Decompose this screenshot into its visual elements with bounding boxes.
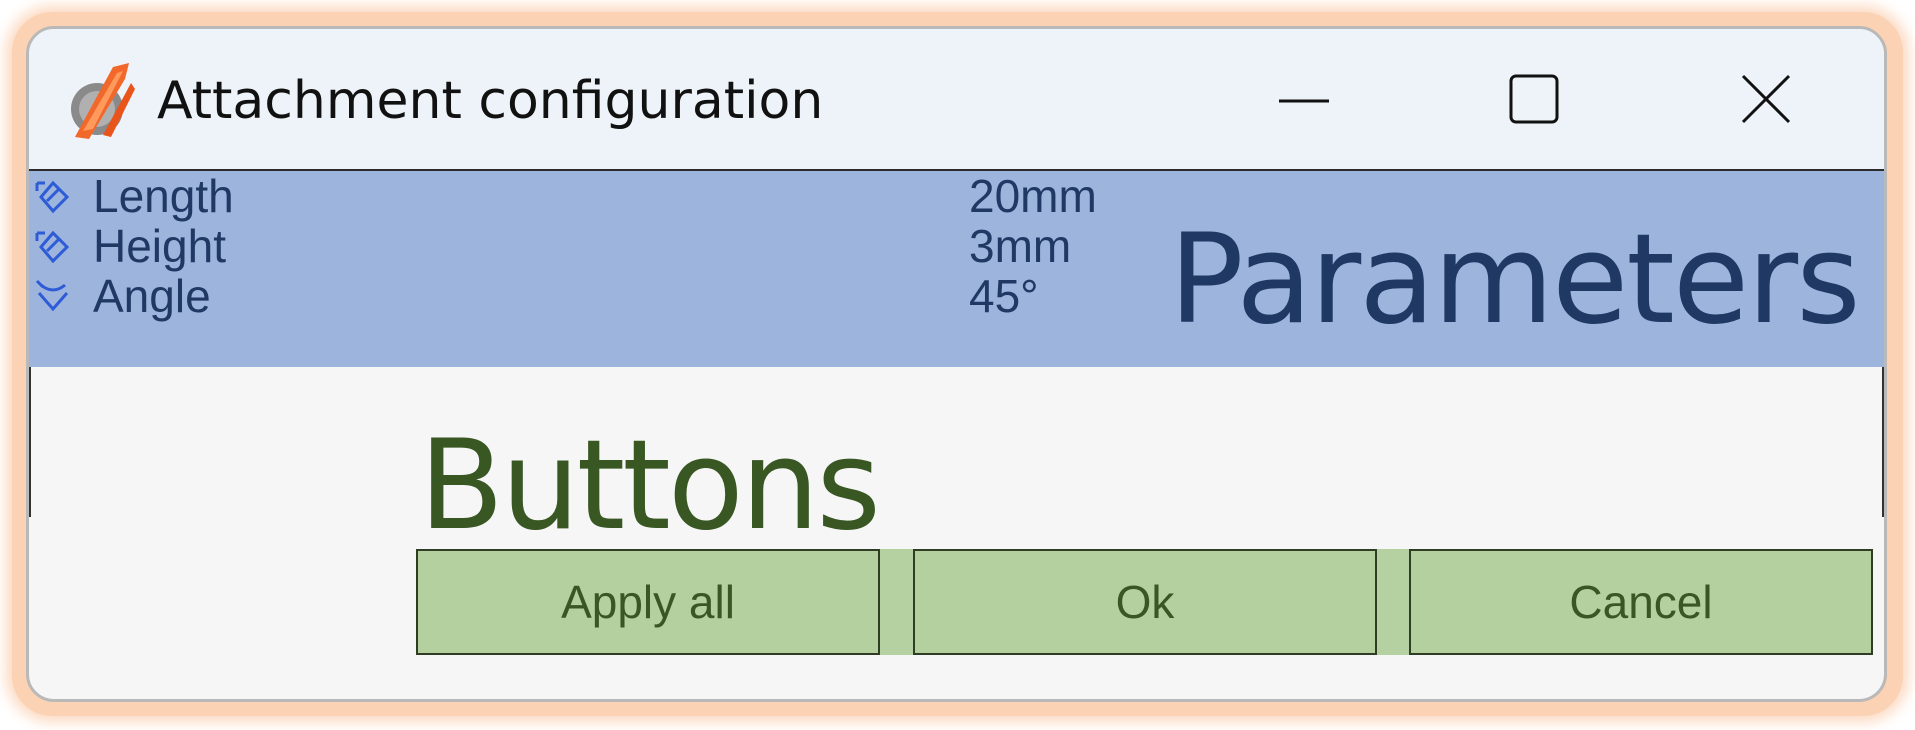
- minimize-button[interactable]: [1249, 49, 1359, 149]
- linear-dimension-icon: [35, 180, 70, 214]
- app-logo-icon: [71, 63, 135, 139]
- maximize-button[interactable]: [1479, 49, 1589, 149]
- apply-all-button[interactable]: Apply all: [416, 549, 880, 655]
- close-button[interactable]: [1711, 49, 1821, 149]
- buttons-gap: [878, 549, 915, 655]
- left-border: [29, 367, 31, 517]
- parameter-name: Length: [93, 170, 234, 222]
- right-border: [1882, 367, 1884, 517]
- parameter-name: Height: [93, 220, 226, 272]
- buttons-annotation: Buttons: [419, 414, 881, 558]
- buttons-gap: [1375, 549, 1411, 655]
- dialog-window: Attachment configuration Length 20mm Hei…: [26, 26, 1887, 702]
- maximize-icon: [1509, 74, 1559, 124]
- window-title: Attachment configuration: [157, 71, 824, 131]
- parameter-value[interactable]: 3mm: [969, 221, 1071, 271]
- ok-button[interactable]: Ok: [913, 549, 1377, 655]
- minimize-icon: [1279, 99, 1329, 103]
- linear-dimension-icon: [35, 230, 70, 264]
- parameter-name: Angle: [93, 270, 211, 322]
- parameter-value[interactable]: 45°: [969, 271, 1039, 321]
- parameters-panel: Length 20mm Height 3mm Angle 45° Paramet…: [29, 171, 1884, 367]
- parameter-value[interactable]: 20mm: [969, 171, 1097, 221]
- cancel-button[interactable]: Cancel: [1409, 549, 1873, 655]
- title-bar[interactable]: Attachment configuration: [29, 29, 1884, 171]
- angle-dimension-icon: [35, 279, 69, 312]
- close-icon: [1741, 74, 1791, 124]
- parameters-annotation: Parameters: [1169, 208, 1861, 352]
